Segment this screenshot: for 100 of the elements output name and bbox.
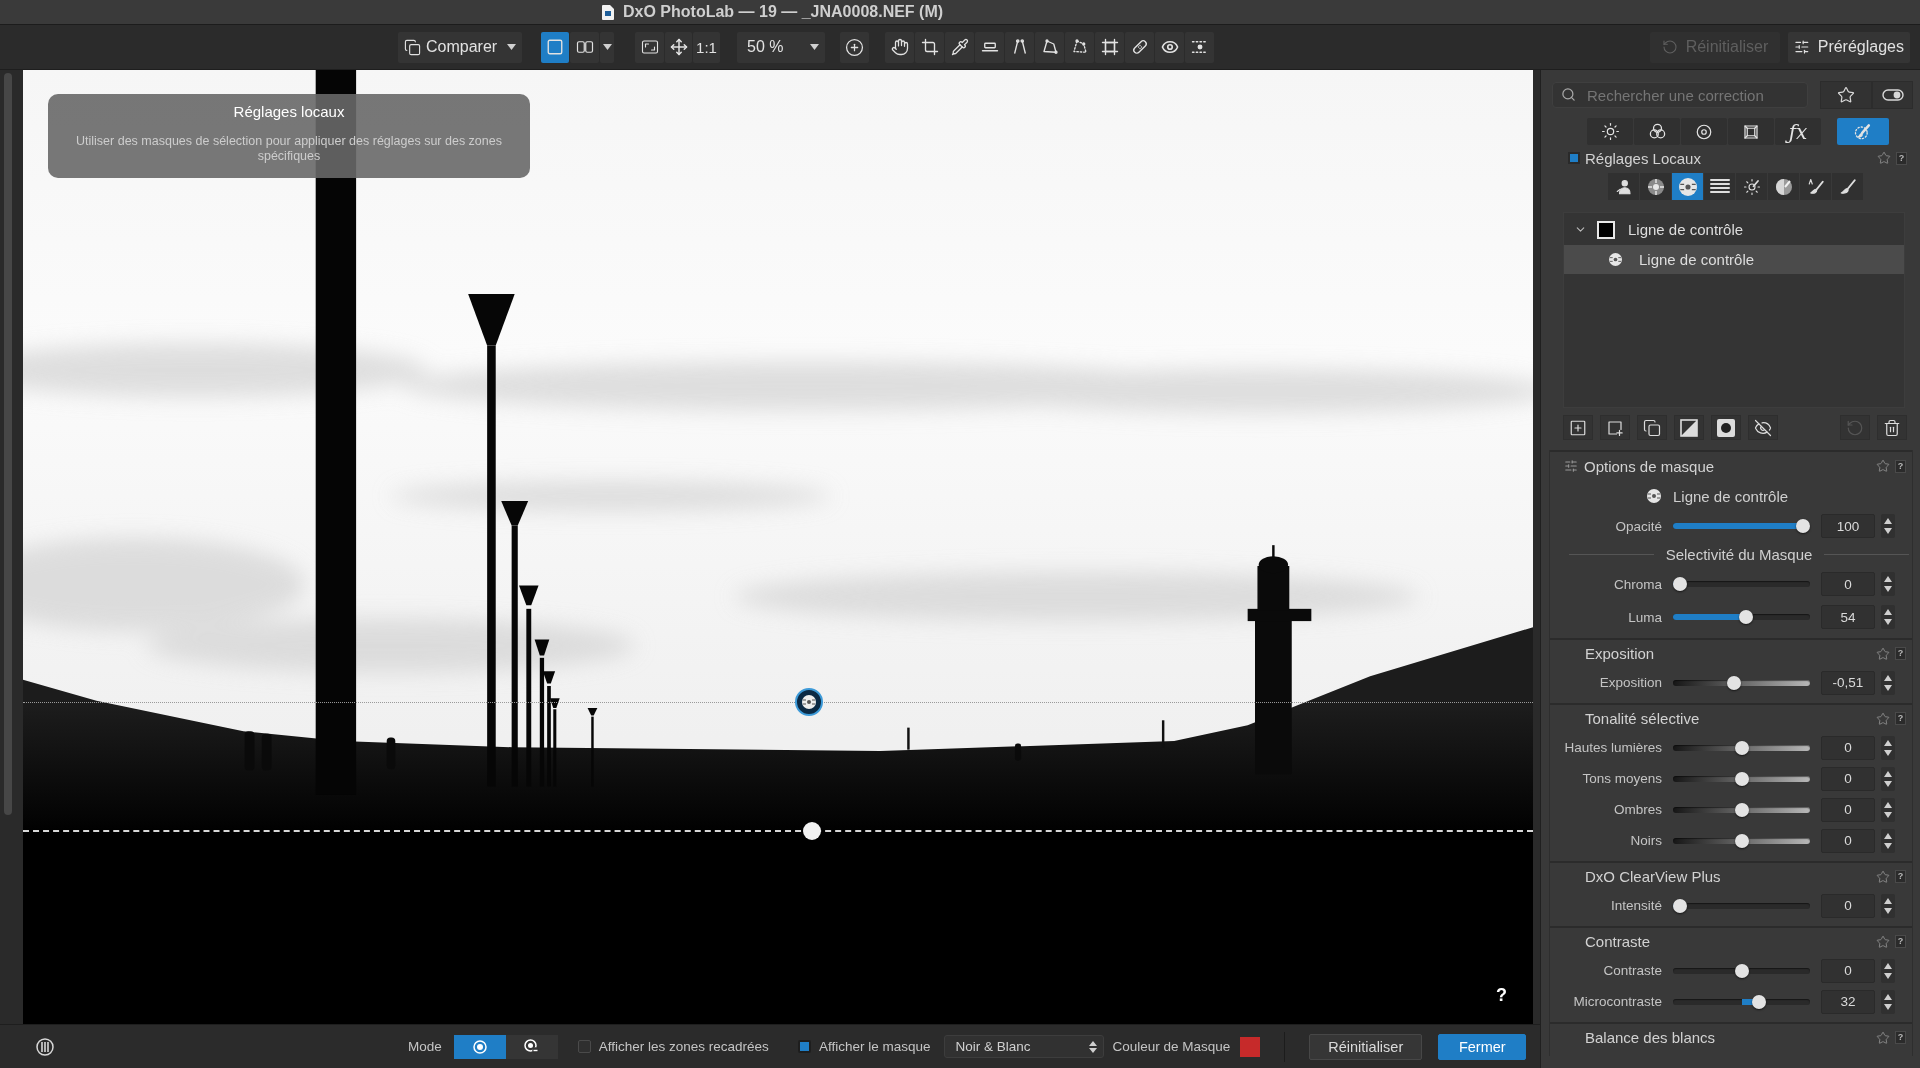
value-field[interactable]: 0 [1821, 572, 1875, 596]
close-button[interactable]: Fermer [1438, 1033, 1527, 1060]
slider-track[interactable] [1673, 833, 1810, 848]
falloff-line[interactable] [23, 830, 1533, 832]
local-tool-button[interactable] [1704, 173, 1735, 200]
slider-track[interactable] [1673, 771, 1810, 786]
enable-checkbox[interactable] [1568, 152, 1580, 164]
star-icon[interactable] [1876, 646, 1890, 661]
slider-thumb[interactable] [1734, 740, 1749, 755]
stepper-icon[interactable] [1881, 766, 1895, 791]
tool-button[interactable] [1563, 415, 1593, 440]
tool-button[interactable] [885, 31, 914, 63]
value-field[interactable]: 0 [1821, 958, 1875, 983]
slider-thumb[interactable] [1734, 771, 1749, 786]
local-tool-button[interactable] [1672, 173, 1703, 200]
value-field[interactable]: 0 [1821, 735, 1875, 760]
stepper-icon[interactable] [1881, 958, 1895, 983]
delete-button[interactable] [1877, 415, 1907, 440]
help-button[interactable]: ? [1895, 459, 1906, 473]
local-tool-button[interactable] [1640, 173, 1671, 200]
tool-button[interactable] [1674, 415, 1704, 440]
tool-button[interactable] [1711, 415, 1741, 440]
local-tool-button[interactable] [1768, 173, 1799, 200]
zoom-select[interactable]: 50 % [737, 31, 825, 63]
stepper-icon[interactable] [1881, 989, 1895, 1014]
slider-track[interactable] [1673, 740, 1810, 755]
tool-button[interactable] [1600, 415, 1630, 440]
tool-button[interactable] [1125, 31, 1154, 63]
tool-button[interactable] [840, 31, 869, 63]
view-mode-button[interactable] [541, 31, 569, 63]
tool-button[interactable] [1748, 415, 1778, 440]
slider-thumb[interactable] [1673, 898, 1687, 913]
stepper-icon[interactable] [1881, 514, 1895, 538]
stepper-icon[interactable] [1881, 797, 1895, 822]
slider-track[interactable] [1673, 610, 1810, 624]
star-icon[interactable] [1876, 711, 1890, 726]
local-tool-button[interactable] [1800, 173, 1831, 200]
mask-list-item[interactable]: Ligne de contrôle [1564, 245, 1904, 274]
palette-tab[interactable]: ƒx [1775, 118, 1821, 145]
help-button[interactable]: ? [1895, 1031, 1906, 1044]
local-tool-button[interactable] [1736, 173, 1767, 200]
tool-button[interactable] [1637, 415, 1667, 440]
actual-size-button[interactable]: 1:1 [693, 31, 720, 63]
palette-tab[interactable] [1681, 118, 1727, 145]
mask-checkbox[interactable] [1597, 220, 1615, 239]
mode-button[interactable] [505, 1034, 558, 1059]
mode-button[interactable] [453, 1034, 506, 1059]
slider-thumb[interactable] [1734, 833, 1749, 848]
palette-tab[interactable] [1587, 118, 1633, 145]
scrollbar[interactable] [4, 73, 12, 815]
compare-button[interactable]: Comparer [398, 31, 522, 63]
checkbox[interactable] [577, 1040, 591, 1053]
tool-button[interactable] [975, 31, 1004, 63]
help-button[interactable]: ? [1895, 935, 1906, 948]
star-icon[interactable] [1876, 1030, 1890, 1045]
dropdown-button[interactable] [600, 31, 614, 63]
slider-track[interactable] [1673, 577, 1810, 591]
stepper-icon[interactable] [1881, 605, 1895, 629]
slider-track[interactable] [1673, 898, 1810, 913]
search-field[interactable]: Rechercher une correction [1552, 82, 1808, 108]
help-button[interactable]: ? [1496, 985, 1507, 1006]
help-button[interactable]: ? [1895, 712, 1906, 725]
slider-track[interactable] [1673, 963, 1810, 978]
help-button[interactable]: ? [1895, 870, 1906, 883]
reset-button[interactable]: Réinitialiser [1309, 1033, 1423, 1060]
tool-button[interactable] [635, 31, 664, 63]
slider-thumb[interactable] [1796, 519, 1810, 533]
value-field[interactable]: 0 [1821, 797, 1875, 822]
slider-track[interactable] [1673, 802, 1810, 817]
tool-button[interactable] [665, 31, 692, 63]
slider-track[interactable] [1673, 994, 1810, 1009]
slider-thumb[interactable] [1751, 994, 1766, 1009]
stepper-icon[interactable] [1881, 893, 1895, 918]
stepper-icon[interactable] [1881, 828, 1895, 853]
help-button[interactable]: ? [1896, 151, 1907, 165]
stepper-icon[interactable] [1881, 735, 1895, 760]
slider-track[interactable] [1673, 675, 1810, 690]
toggle-button[interactable] [1872, 81, 1913, 109]
slider-thumb[interactable] [1727, 675, 1742, 690]
circle-bars-icon[interactable] [36, 1037, 54, 1056]
presets-button[interactable]: Préréglages [1788, 31, 1910, 63]
value-field[interactable]: 0 [1821, 766, 1875, 791]
color-swatch[interactable] [1240, 1036, 1261, 1057]
value-field[interactable]: 0 [1821, 893, 1875, 918]
checkbox[interactable] [797, 1040, 811, 1053]
stepper-icon[interactable] [1881, 572, 1895, 596]
display-select[interactable]: Noir & Blanc [944, 1035, 1105, 1058]
control-line[interactable] [23, 702, 1533, 703]
tool-button[interactable] [1065, 31, 1094, 63]
tool-button[interactable] [915, 31, 944, 63]
value-field[interactable]: 54 [1821, 605, 1875, 629]
palette-tab[interactable] [1634, 118, 1680, 145]
value-field[interactable]: -0,51 [1821, 670, 1875, 695]
star-icon[interactable] [1876, 459, 1890, 473]
tool-button[interactable] [1035, 31, 1064, 63]
star-icon[interactable] [1876, 934, 1890, 949]
slider-thumb[interactable] [1673, 577, 1687, 591]
local-tool-button[interactable] [1608, 173, 1639, 200]
star-icon[interactable] [1876, 869, 1890, 884]
tool-button[interactable] [945, 31, 974, 63]
